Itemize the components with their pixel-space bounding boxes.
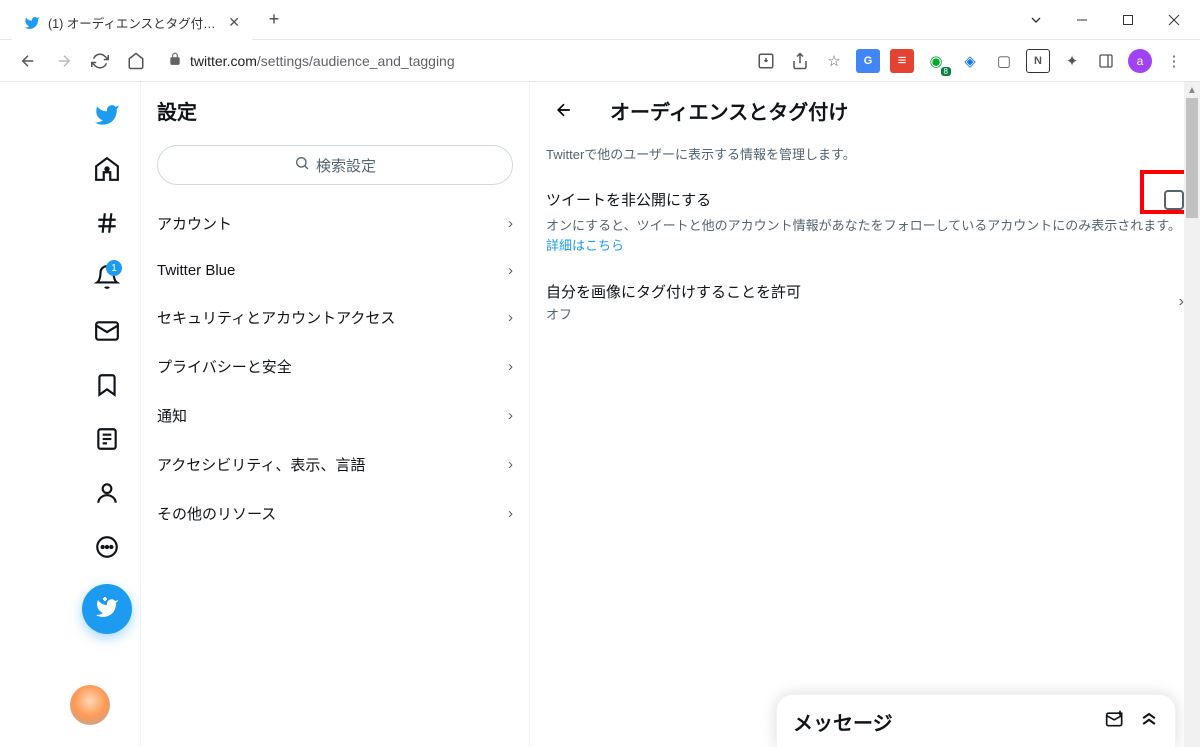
chevron-right-icon: › (508, 262, 513, 279)
search-placeholder: 検索設定 (316, 155, 376, 176)
chevron-right-icon: › (508, 505, 513, 522)
settings-item-accessibility[interactable]: アクセシビリティ、表示、言語› (141, 440, 529, 489)
messages-dock[interactable]: メッセージ (776, 694, 1176, 747)
new-tab-button[interactable]: + (260, 6, 288, 34)
nav-bookmarks-icon[interactable] (82, 360, 132, 410)
twitter-app: 1 設定 検索設定 アカウント› Twitter Blue› セキュリティとアカ… (0, 82, 1200, 747)
address-bar[interactable]: twitter.com/settings/audience_and_taggin… (158, 52, 746, 69)
protect-tweets-checkbox[interactable] (1164, 190, 1184, 210)
chevron-right-icon: › (508, 215, 513, 232)
nav-lists-icon[interactable] (82, 414, 132, 464)
settings-detail-column: オーディエンスとタグ付け Twitterで他のユーザーに表示する情報を管理します… (530, 82, 1200, 747)
nav-home-icon[interactable] (82, 144, 132, 194)
messages-actions (1105, 709, 1159, 734)
window-maximize-icon[interactable] (1106, 4, 1150, 36)
home-button[interactable] (122, 47, 150, 75)
url-path: /settings/audience_and_tagging (257, 53, 455, 69)
back-button[interactable] (14, 47, 42, 75)
settings-list-column: 設定 検索設定 アカウント› Twitter Blue› セキュリティとアカウン… (140, 82, 530, 747)
chevron-right-icon: › (508, 456, 513, 473)
profile-avatar[interactable]: a (1128, 49, 1152, 73)
lock-icon (168, 52, 182, 69)
nav-profile-icon[interactable] (82, 468, 132, 518)
browser-toolbar: twitter.com/settings/audience_and_taggin… (0, 40, 1200, 82)
photo-tagging-option[interactable]: 自分を画像にタグ付けすることを許可 オフ › (530, 269, 1200, 335)
tab-close-icon[interactable]: ✕ (228, 14, 240, 31)
evernote-extension-icon[interactable]: ◉ (924, 49, 948, 73)
notification-badge: 1 (106, 260, 122, 276)
browser-tab[interactable]: (1) オーディエンスとタグ付け / Twitter ✕ (12, 6, 252, 40)
detail-title: オーディエンスとタグ付け (610, 96, 848, 125)
extension-icon-2[interactable]: ▢ (992, 49, 1016, 73)
scrollbar-thumb[interactable] (1186, 98, 1198, 218)
share-icon[interactable] (788, 49, 812, 73)
settings-item-twitter-blue[interactable]: Twitter Blue› (141, 248, 529, 293)
back-arrow-button[interactable] (546, 92, 582, 128)
extensions-bar: ☆ G ≡ ◉ ◈ ▢ N ✦ a ⋮ (754, 49, 1186, 73)
tab-search-icon[interactable] (1014, 4, 1058, 36)
protect-tweets-help: オンにすると、ツイートと他のアカウント情報があなたをフォローしているアカウントに… (546, 216, 1184, 255)
window-minimize-icon[interactable] (1060, 4, 1104, 36)
photo-tagging-status: オフ (546, 304, 801, 323)
browser-menu-icon[interactable]: ⋮ (1162, 49, 1186, 73)
url-domain: twitter.com (190, 53, 257, 69)
messages-title: メッセージ (793, 707, 893, 736)
chevron-right-icon: › (508, 407, 513, 424)
photo-tagging-label: 自分を画像にタグ付けすることを許可 (546, 281, 801, 302)
reload-button[interactable] (86, 47, 114, 75)
chevron-right-icon: › (508, 358, 513, 375)
twitter-logo-icon[interactable] (82, 90, 132, 140)
forward-button[interactable] (50, 47, 78, 75)
todoist-extension-icon[interactable]: ≡ (890, 49, 914, 73)
notion-extension-icon[interactable]: N (1026, 49, 1050, 73)
nav-notifications-icon[interactable]: 1 (82, 252, 132, 302)
settings-item-privacy[interactable]: プライバシーと安全› (141, 342, 529, 391)
settings-search-input[interactable]: 検索設定 (157, 145, 513, 185)
tab-title: (1) オーディエンスとタグ付け / Twitter (48, 13, 220, 32)
primary-nav: 1 (0, 82, 140, 747)
window-close-icon[interactable] (1152, 4, 1196, 36)
account-switcher-avatar[interactable] (70, 685, 110, 725)
detail-description: Twitterで他のユーザーに表示する情報を管理します。 (530, 134, 1200, 179)
sidepanel-icon[interactable] (1094, 49, 1118, 73)
new-message-icon[interactable] (1105, 709, 1125, 734)
nav-explore-icon[interactable] (82, 198, 132, 248)
twitter-favicon-icon (24, 15, 40, 31)
search-wrap: 検索設定 (141, 139, 529, 199)
protect-tweets-option: ツイートを非公開にする オンにすると、ツイートと他のアカウント情報があなたをフォ… (530, 179, 1200, 269)
settings-item-resources[interactable]: その他のリソース› (141, 489, 529, 538)
scrollbar-up-icon[interactable]: ▲ (1184, 82, 1200, 98)
settings-item-notifications[interactable]: 通知› (141, 391, 529, 440)
browser-titlebar: (1) オーディエンスとタグ付け / Twitter ✕ + (0, 0, 1200, 40)
protect-tweets-label: ツイートを非公開にする (546, 189, 711, 210)
compose-tweet-button[interactable] (82, 584, 132, 634)
settings-item-account[interactable]: アカウント› (141, 199, 529, 248)
chevron-right-icon: › (508, 309, 513, 326)
scrollbar-track[interactable]: ▲ (1184, 82, 1200, 747)
bookmark-star-icon[interactable]: ☆ (822, 49, 846, 73)
learn-more-link[interactable]: 詳細はこちら (546, 238, 624, 253)
settings-heading: 設定 (141, 82, 529, 139)
settings-item-security[interactable]: セキュリティとアカウントアクセス› (141, 293, 529, 342)
nav-messages-icon[interactable] (82, 306, 132, 356)
window-controls (1014, 4, 1200, 36)
expand-dock-icon[interactable] (1139, 709, 1159, 734)
extension-icon[interactable]: ◈ (958, 49, 982, 73)
install-app-icon[interactable] (754, 49, 778, 73)
translate-extension-icon[interactable]: G (856, 49, 880, 73)
search-icon (294, 155, 310, 175)
extensions-puzzle-icon[interactable]: ✦ (1060, 49, 1084, 73)
nav-more-icon[interactable] (82, 522, 132, 572)
detail-header: オーディエンスとタグ付け (530, 82, 1200, 134)
